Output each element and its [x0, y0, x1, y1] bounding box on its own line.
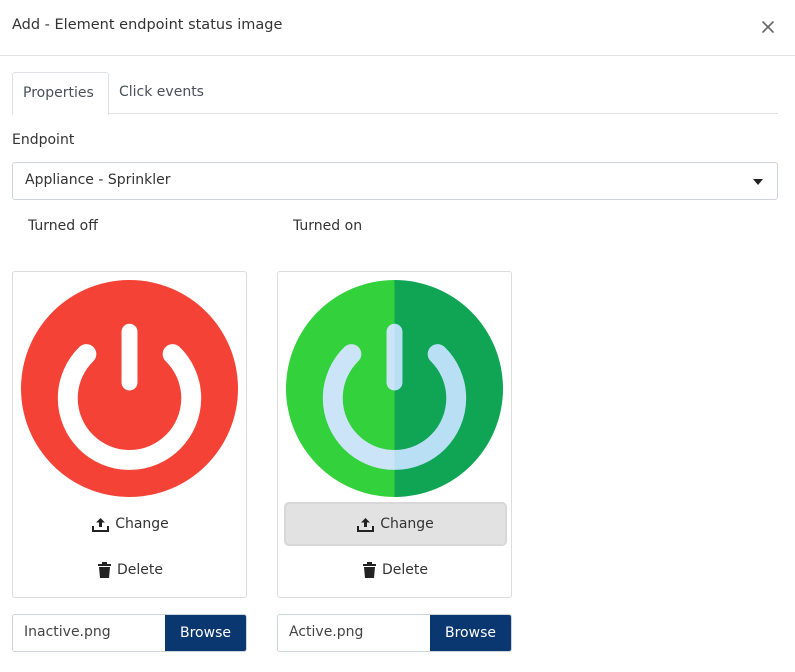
- trash-icon: [363, 562, 376, 578]
- inactive-file-input[interactable]: Inactive.png Browse: [12, 614, 247, 652]
- close-icon: [762, 21, 774, 33]
- active-file-input[interactable]: Active.png Browse: [277, 614, 512, 652]
- turned-off-label: Turned off: [28, 218, 98, 234]
- file-name: Active.png: [289, 624, 364, 640]
- change-label: Change: [380, 516, 434, 532]
- file-name: Inactive.png: [24, 624, 111, 640]
- delete-label: Delete: [382, 562, 428, 578]
- turned-on-label: Turned on: [293, 218, 363, 234]
- caret-down-icon: [753, 179, 763, 185]
- modal-header: Add - Element endpoint status image: [0, 0, 795, 56]
- delete-image-button[interactable]: Delete: [284, 548, 507, 592]
- turned-off-card: Change Delete: [12, 271, 247, 598]
- turned-on-card: Change Delete: [277, 271, 512, 598]
- endpoint-label: Endpoint: [12, 132, 75, 148]
- browse-button[interactable]: Browse: [165, 615, 246, 651]
- delete-image-button[interactable]: Delete: [19, 548, 242, 592]
- change-image-button[interactable]: Change: [284, 502, 507, 546]
- upload-icon: [92, 517, 110, 532]
- power-off-red-icon: [20, 279, 239, 498]
- tab-properties[interactable]: Properties: [12, 72, 109, 115]
- delete-label: Delete: [117, 562, 163, 578]
- tab-bar: Properties Click events: [12, 72, 778, 115]
- browse-button[interactable]: Browse: [430, 615, 511, 651]
- change-image-button[interactable]: Change: [19, 502, 242, 546]
- trash-icon: [98, 562, 111, 578]
- close-button[interactable]: [755, 14, 781, 40]
- upload-icon: [357, 517, 375, 532]
- endpoint-select-value: Appliance - Sprinkler: [25, 172, 171, 188]
- change-label: Change: [115, 516, 169, 532]
- tab-click-events[interactable]: Click events: [109, 72, 214, 114]
- power-on-green-icon: [286, 280, 503, 497]
- modal-title: Add - Element endpoint status image: [12, 17, 283, 33]
- endpoint-select[interactable]: Appliance - Sprinkler: [12, 162, 778, 200]
